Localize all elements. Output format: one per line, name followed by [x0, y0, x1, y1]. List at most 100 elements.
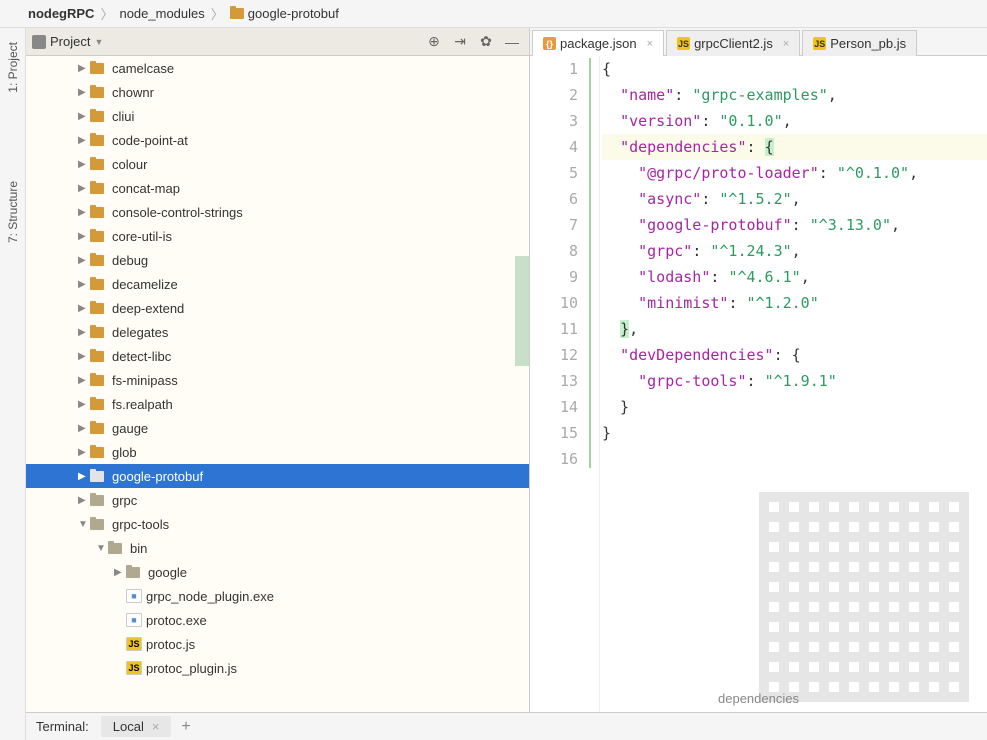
code-line[interactable]: "dependencies": {: [602, 134, 987, 160]
add-terminal-button[interactable]: +: [181, 718, 190, 736]
collapse-all-button[interactable]: ⇥: [449, 31, 471, 53]
breadcrumb[interactable]: nodegRPC 〉 node_modules 〉 google-protobu…: [0, 0, 987, 28]
tree-toggle-icon[interactable]: ▶: [78, 495, 90, 506]
chevron-icon: 〉: [211, 4, 224, 23]
tree-item-debug[interactable]: ▶debug: [26, 248, 529, 272]
settings-button[interactable]: ✿: [475, 31, 497, 53]
tree-item-decamelize[interactable]: ▶decamelize: [26, 272, 529, 296]
tree-item-grpc-tools[interactable]: ▼ grpc-tools: [26, 512, 529, 536]
tree-item-concat-map[interactable]: ▶concat-map: [26, 176, 529, 200]
tree-toggle-icon[interactable]: ▶: [78, 63, 90, 74]
close-icon[interactable]: ×: [152, 719, 160, 734]
tree-item-glob[interactable]: ▶glob: [26, 440, 529, 464]
code-line[interactable]: {: [602, 56, 987, 82]
tree-toggle-icon[interactable]: ▶: [78, 423, 90, 434]
code-line[interactable]: },: [602, 316, 987, 342]
file-icon: ■: [126, 589, 142, 603]
code-area[interactable]: 12345678910111213141516 { "name": "grpc-…: [530, 56, 987, 712]
folder-icon: [90, 279, 104, 290]
code-line[interactable]: "version": "0.1.0",: [602, 108, 987, 134]
fold-strip[interactable]: [586, 56, 600, 712]
tool-tab-structure[interactable]: 7: Structure: [4, 177, 22, 247]
code-line[interactable]: "lodash": "^4.6.1",: [602, 264, 987, 290]
tree-toggle-icon[interactable]: ▶: [114, 567, 126, 578]
close-icon[interactable]: ×: [783, 38, 789, 50]
code-line[interactable]: "async": "^1.5.2",: [602, 186, 987, 212]
tree-item-fs-realpath[interactable]: ▶fs.realpath: [26, 392, 529, 416]
tree-item-google-protobuf[interactable]: ▶google-protobuf: [26, 464, 529, 488]
tree-item-google[interactable]: ▶google: [26, 560, 529, 584]
code-line[interactable]: [602, 446, 987, 472]
code-line[interactable]: "grpc-tools": "^1.9.1": [602, 368, 987, 394]
tree-item-label: protoc.exe: [146, 613, 207, 628]
tree-toggle-icon[interactable]: ▶: [78, 327, 90, 338]
tree-toggle-icon[interactable]: ▼: [78, 519, 90, 530]
tree-item-console-control-strings[interactable]: ▶console-control-strings: [26, 200, 529, 224]
tree-toggle-icon[interactable]: ▶: [78, 447, 90, 458]
tree-item-cliui[interactable]: ▶cliui: [26, 104, 529, 128]
locate-button[interactable]: ⊕: [423, 31, 445, 53]
tree-toggle-icon[interactable]: ▶: [78, 111, 90, 122]
breadcrumb-item-2[interactable]: google-protobuf: [230, 6, 339, 21]
tree-toggle-icon[interactable]: ▶: [78, 399, 90, 410]
editor-tab-person_pb-js[interactable]: JSPerson_pb.js: [802, 30, 917, 56]
editor-breadcrumb[interactable]: dependencies: [718, 691, 799, 706]
tree-toggle-icon[interactable]: ▶: [78, 207, 90, 218]
tree-item-grpc-node-plugin-exe[interactable]: ■grpc_node_plugin.exe: [26, 584, 529, 608]
tree-toggle-icon[interactable]: ▶: [78, 375, 90, 386]
code-line[interactable]: }: [602, 420, 987, 446]
tree-toggle-icon[interactable]: ▶: [78, 351, 90, 362]
code-line[interactable]: "google-protobuf": "^3.13.0",: [602, 212, 987, 238]
breadcrumb-item-1[interactable]: node_modules: [119, 6, 204, 21]
code-line[interactable]: "grpc": "^1.24.3",: [602, 238, 987, 264]
project-view-selector[interactable]: Project ▼: [50, 34, 103, 49]
tree-item-code-point-at[interactable]: ▶code-point-at: [26, 128, 529, 152]
tree-item-fs-minipass[interactable]: ▶fs-minipass: [26, 368, 529, 392]
tree-item-delegates[interactable]: ▶delegates: [26, 320, 529, 344]
tree-toggle-icon[interactable]: ▶: [78, 135, 90, 146]
tree-item-protoc-js[interactable]: JSprotoc.js: [26, 632, 529, 656]
tree-toggle-icon[interactable]: ▼: [96, 543, 108, 554]
tree-item-label: colour: [112, 157, 147, 172]
tree-toggle-icon[interactable]: ▶: [78, 87, 90, 98]
tree-toggle-icon[interactable]: ▶: [78, 159, 90, 170]
tree-item-detect-libc[interactable]: ▶detect-libc: [26, 344, 529, 368]
tool-tab-project[interactable]: 1: Project: [4, 38, 22, 97]
scrollbar-thumb[interactable]: [515, 256, 529, 366]
code-line[interactable]: "@grpc/proto-loader": "^0.1.0",: [602, 160, 987, 186]
tree-item-bin[interactable]: ▼bin: [26, 536, 529, 560]
code-line[interactable]: }: [602, 394, 987, 420]
code-content[interactable]: { "name": "grpc-examples", "version": "0…: [600, 56, 987, 712]
tree-item-protoc-plugin-js[interactable]: JSprotoc_plugin.js: [26, 656, 529, 680]
tree-toggle-icon[interactable]: ▶: [78, 183, 90, 194]
code-line[interactable]: "devDependencies": {: [602, 342, 987, 368]
code-line[interactable]: "minimist": "^1.2.0": [602, 290, 987, 316]
tree-item-chownr[interactable]: ▶ chownr: [26, 80, 529, 104]
folder-icon: [230, 8, 244, 19]
tree-item-label: chownr: [112, 85, 154, 100]
tree-toggle-icon[interactable]: ▶: [78, 303, 90, 314]
editor-tab-grpcclient2-js[interactable]: JSgrpcClient2.js×: [666, 30, 800, 56]
js-file-icon: JS: [126, 637, 142, 651]
tree-toggle-icon[interactable]: ▶: [78, 255, 90, 266]
tree-item-colour[interactable]: ▶ colour: [26, 152, 529, 176]
tree-item-protoc-exe[interactable]: ■protoc.exe: [26, 608, 529, 632]
terminal-tab-local[interactable]: Local ×: [101, 716, 172, 737]
tree-toggle-icon[interactable]: ▶: [78, 231, 90, 242]
tree-item-label: gauge: [112, 421, 148, 436]
tree-item-core-util-is[interactable]: ▶core-util-is: [26, 224, 529, 248]
tree-item-gauge[interactable]: ▶ gauge: [26, 416, 529, 440]
hide-panel-button[interactable]: —: [501, 31, 523, 53]
tree-toggle-icon[interactable]: ▶: [78, 471, 90, 482]
code-line[interactable]: "name": "grpc-examples",: [602, 82, 987, 108]
tree-item-camelcase[interactable]: ▶camelcase: [26, 56, 529, 80]
tree-item-grpc[interactable]: ▶grpc: [26, 488, 529, 512]
tree-toggle-icon[interactable]: ▶: [78, 279, 90, 290]
editor-tab-package-json[interactable]: {}package.json×: [532, 30, 664, 56]
tree-item-deep-extend[interactable]: ▶deep-extend: [26, 296, 529, 320]
tree-item-label: grpc-tools: [112, 517, 169, 532]
folder-icon: [90, 87, 104, 98]
breadcrumb-item-0[interactable]: nodegRPC: [28, 6, 94, 21]
close-icon[interactable]: ×: [647, 38, 653, 50]
project-tree[interactable]: ▶camelcase▶chownr▶cliui▶code-point-at▶co…: [26, 56, 529, 712]
